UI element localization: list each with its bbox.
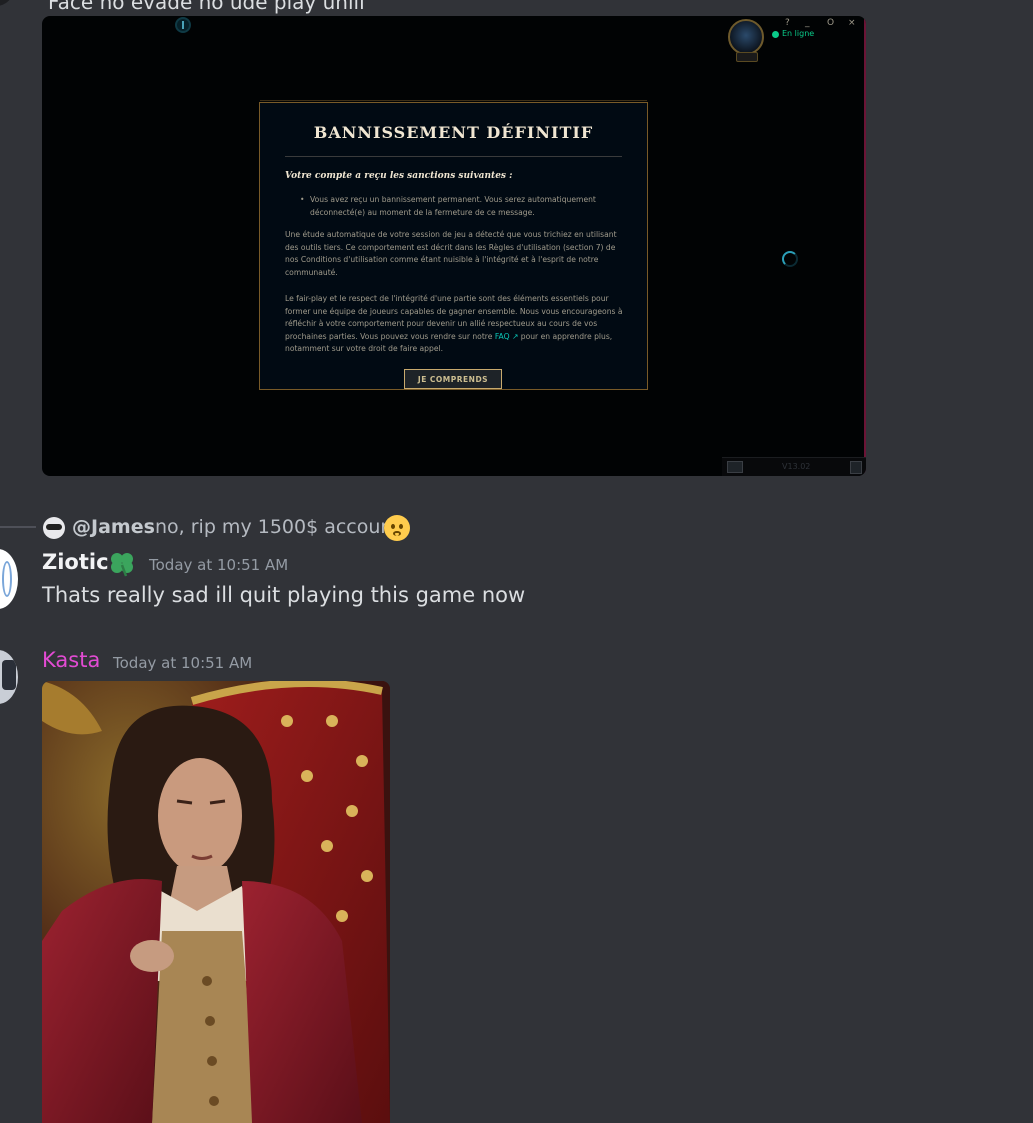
dialog-title: BANNISSEMENT DÉFINITIF [313, 123, 594, 142]
reply-text[interactable]: no, rip my 1500$ account [155, 516, 400, 538]
profile-icon [728, 19, 764, 55]
message-timestamp[interactable]: Today at 10:51 AM [149, 556, 288, 574]
help-icon: ? [785, 18, 790, 28]
version-label: V13.02 [782, 462, 811, 471]
reply-avatar[interactable] [43, 517, 65, 539]
attachment-image[interactable] [42, 681, 390, 1123]
frowning-face-icon [384, 515, 410, 541]
chat-bar: V13.02 [722, 457, 866, 476]
message-text: Thats really sad ill quit playing this g… [42, 583, 526, 607]
faq-link: FAQ ↗ [494, 331, 519, 341]
message-text: Face no evade no ude play unill [48, 0, 365, 14]
divider [864, 16, 866, 476]
level-badge [736, 52, 758, 62]
settings-icon: O [827, 18, 835, 28]
rune-icon [175, 17, 191, 33]
clover-role-icon [111, 553, 133, 577]
avatar[interactable] [0, 0, 14, 6]
message-author[interactable]: Ziotic [42, 550, 109, 574]
lock-icon [850, 461, 862, 474]
close-icon: × [848, 18, 856, 28]
sanction-bullet: Vous avez reçu un bannissement permanent… [300, 194, 630, 219]
message-timestamp[interactable]: Today at 10:51 AM [113, 654, 252, 672]
avatar[interactable] [0, 549, 18, 609]
avatar[interactable] [0, 650, 18, 704]
dialog-subtitle: Votre compte a reçu les sanctions suivan… [285, 171, 513, 181]
attachment-image[interactable]: En ligne ? _ O × BANNISSEMENT DÉFINITIF … [42, 16, 866, 476]
ban-dialog: BANNISSEMENT DÉFINITIF Votre compte a re… [259, 100, 648, 390]
dialog-paragraph: Une étude automatique de votre session d… [285, 230, 617, 277]
loading-spinner-icon [782, 251, 798, 267]
understand-button: JE COMPRENDS [404, 369, 502, 389]
status-label: En ligne [782, 29, 815, 38]
chat-icon [727, 461, 743, 473]
reply-spine [0, 526, 36, 528]
minimize-icon: _ [805, 18, 810, 28]
reply-mention[interactable]: @James [72, 516, 155, 538]
message-author[interactable]: Kasta [42, 648, 100, 672]
portrait-image [42, 681, 390, 1123]
online-status-icon [772, 31, 779, 38]
divider [285, 156, 622, 157]
dialog-paragraph: Le fair-play et le respect de l'intégrit… [285, 293, 625, 356]
